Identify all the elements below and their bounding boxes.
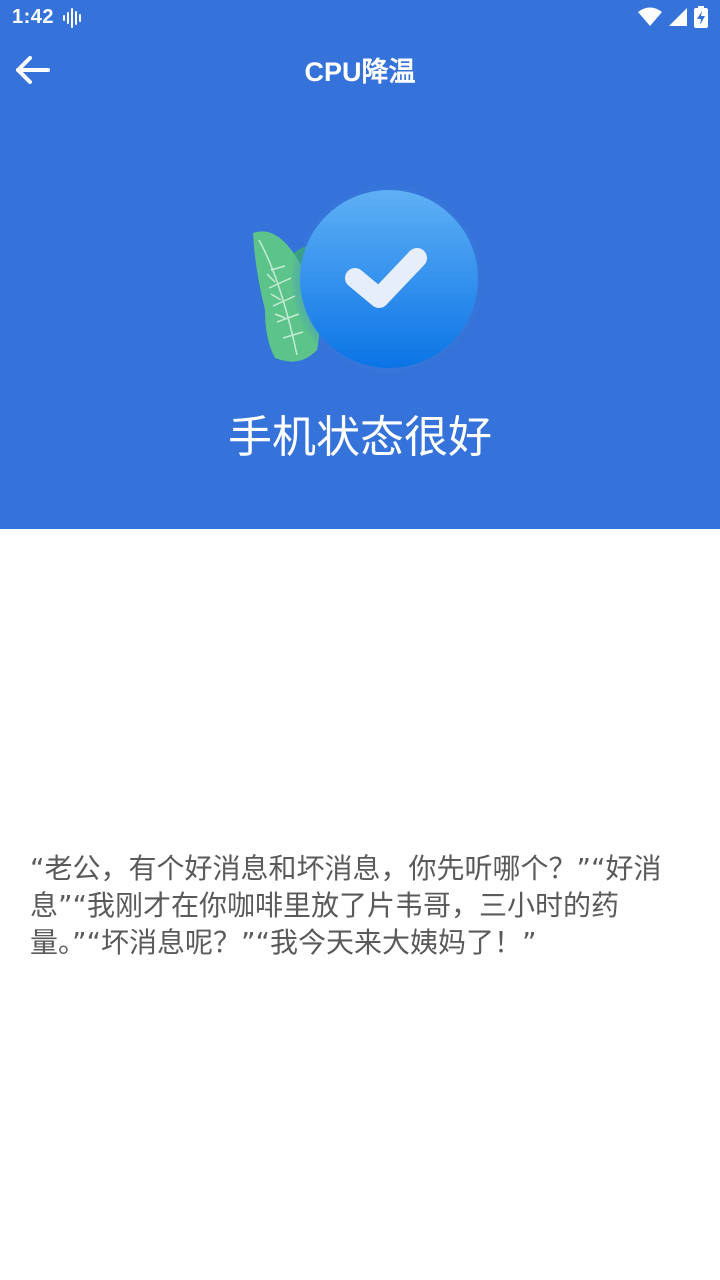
joke-text: “老公，有个好消息和坏消息，你先听哪个？”“好消息”“我刚才在你咖啡里放了片韦哥…	[30, 852, 662, 959]
audio-wave-icon	[62, 7, 84, 33]
arrow-left-icon	[12, 54, 52, 90]
battery-charging-icon	[694, 6, 708, 32]
toolbar: CPU降温	[0, 36, 720, 108]
back-button[interactable]	[8, 48, 56, 96]
status-icons	[638, 6, 708, 32]
header-panel: 1:42 CPU降温 手机状态很好	[0, 0, 720, 529]
signal-icon	[668, 7, 688, 31]
leaf-check-icon	[245, 170, 495, 385]
status-message: 手机状态很好	[228, 412, 492, 463]
status-bar: 1:42	[0, 0, 720, 36]
wifi-icon	[638, 7, 662, 31]
status-time: 1:42	[12, 6, 55, 28]
page-title: CPU降温	[304, 57, 416, 87]
